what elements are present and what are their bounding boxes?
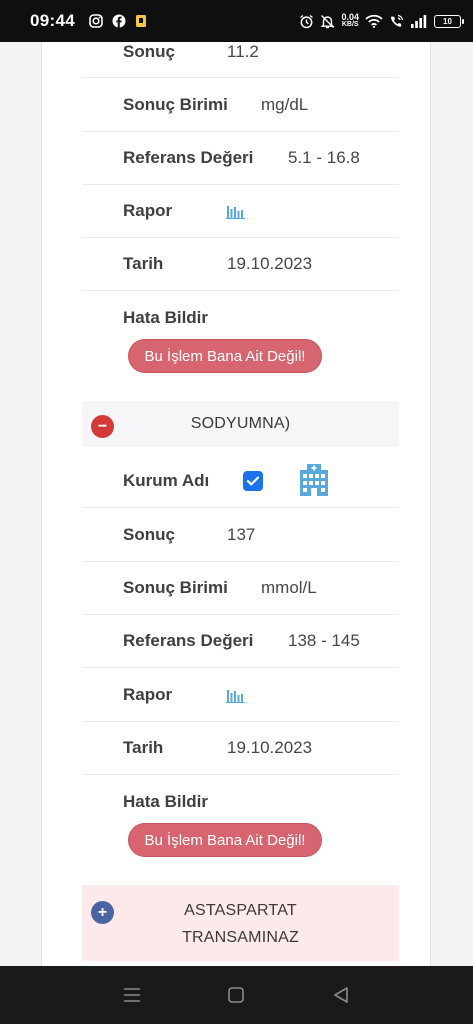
- section-header-ast[interactable]: + ASTASPARTAT TRANSAMINAZ: [82, 885, 399, 961]
- row-sonuc: Sonuç 137: [82, 508, 399, 562]
- row-sonuc-birimi: Sonuç Birimi mmol/L: [82, 561, 399, 615]
- collapse-button[interactable]: −: [91, 415, 114, 438]
- status-bar: 09:44 0.04 KB/S 10: [0, 0, 473, 42]
- wifi-calling-icon: [390, 14, 404, 27]
- report-chart-icon[interactable]: [226, 687, 246, 703]
- not-my-record-button[interactable]: Bu İşlem Bana Ait Değil!: [128, 339, 322, 373]
- row-value: mg/dL: [261, 94, 309, 114]
- battery-icon: 10: [434, 14, 464, 28]
- row-label: Referans Değeri: [123, 147, 254, 167]
- row-label: Tarih: [123, 253, 164, 273]
- row-label: Sonuç Birimi: [123, 577, 228, 597]
- row-label: Sonuç: [123, 42, 175, 61]
- row-value: 137: [227, 524, 256, 544]
- row-kurum-adi: Kurum Adı: [82, 454, 399, 508]
- row-referans: Referans Değeri 138 - 145: [82, 614, 399, 668]
- kurum-checkbox[interactable]: [243, 470, 263, 491]
- row-value: 5.1 - 16.8: [288, 147, 360, 167]
- row-value: mmol/L: [261, 577, 317, 597]
- network-speed: 0.04 KB/S: [341, 13, 359, 29]
- section-title: ASTASPARTAT TRANSAMINAZ: [182, 897, 299, 951]
- row-label: Rapor: [123, 200, 173, 220]
- row-tarih: Tarih 19.10.2023: [82, 237, 399, 291]
- row-sonuc: Sonuç 11.2: [82, 42, 399, 78]
- signal-icon: [411, 15, 427, 28]
- app-notification-icon: [135, 15, 146, 27]
- hata-bildir-label: Hata Bildir: [123, 308, 209, 327]
- row-label: Kurum Adı: [123, 470, 210, 490]
- home-icon[interactable]: [227, 986, 245, 1004]
- mute-icon: [321, 14, 335, 28]
- status-right: 0.04 KB/S 10: [299, 13, 464, 29]
- section-header-sodyum[interactable]: − SODYUMNA): [82, 401, 399, 447]
- row-tarih: Tarih 19.10.2023: [82, 721, 399, 775]
- row-rapor: Rapor: [82, 668, 399, 722]
- speed-unit: KB/S: [341, 21, 359, 28]
- hospital-icon[interactable]: [296, 462, 332, 498]
- row-value: 11.2: [227, 42, 259, 61]
- row-label: Sonuç Birimi: [123, 94, 228, 114]
- row-label: Tarih: [123, 737, 164, 757]
- row-referans: Referans Değeri 5.1 - 16.8: [82, 131, 399, 185]
- wifi-icon: [365, 14, 383, 28]
- speed-value: 0.04: [341, 12, 359, 22]
- back-icon[interactable]: [332, 986, 350, 1004]
- section-title-line: TRANSAMINAZ: [182, 929, 299, 946]
- facebook-icon: [112, 14, 126, 28]
- row-label: Rapor: [123, 684, 173, 704]
- section-title-line: ASTASPARTAT: [184, 902, 297, 919]
- hata-bildir-block: Hata Bildir Bu İşlem Bana Ait Değil!: [82, 291, 399, 401]
- report-chart-icon[interactable]: [226, 203, 246, 219]
- status-left-icons: [89, 14, 147, 28]
- row-sonuc-birimi: Sonuç Birimi mg/dL: [82, 78, 399, 132]
- row-label: Referans Değeri: [123, 630, 254, 650]
- recent-apps-icon[interactable]: [123, 986, 141, 1004]
- row-value: 19.10.2023: [227, 737, 313, 757]
- row-value: 138 - 145: [288, 630, 360, 650]
- not-my-record-button[interactable]: Bu İşlem Bana Ait Değil!: [128, 823, 322, 857]
- instagram-icon: [89, 14, 103, 28]
- alarm-icon: [300, 14, 314, 28]
- row-label: Sonuç: [123, 524, 175, 544]
- system-nav-bar: [0, 966, 473, 1024]
- expand-button[interactable]: +: [91, 901, 114, 924]
- page-content[interactable]: Sonuç 11.2 Sonuç Birimi mg/dL Referans D…: [0, 42, 473, 966]
- hata-bildir-label: Hata Bildir: [123, 792, 209, 811]
- section-title: SODYUMNA): [190, 415, 291, 432]
- battery-level: 10: [443, 16, 452, 26]
- status-time: 09:44: [30, 11, 75, 30]
- row-rapor: Rapor: [82, 184, 399, 238]
- row-value: 19.10.2023: [227, 253, 313, 273]
- hata-bildir-block: Hata Bildir Bu İşlem Bana Ait Değil!: [82, 775, 399, 885]
